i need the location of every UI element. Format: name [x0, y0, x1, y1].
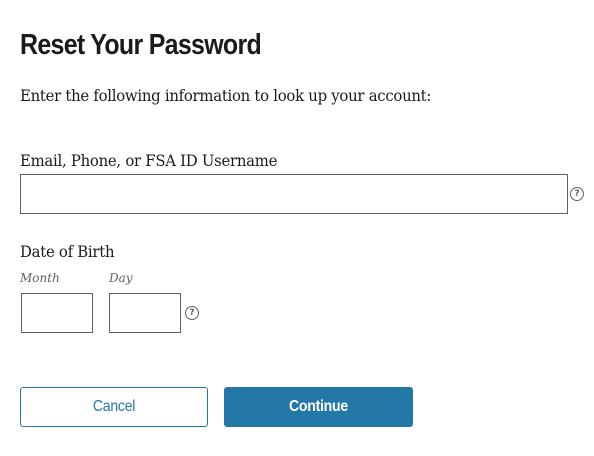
identifier-input[interactable] — [20, 174, 568, 214]
page-title: Reset Your Password — [20, 29, 262, 61]
continue-button-label: Continue — [289, 398, 348, 415]
month-label: Month — [20, 271, 60, 285]
question-circle-icon[interactable]: ? — [185, 306, 199, 320]
day-input[interactable] — [109, 293, 181, 333]
cancel-button[interactable]: Cancel — [20, 387, 208, 427]
question-circle-icon[interactable]: ? — [570, 187, 584, 201]
day-label: Day — [109, 271, 133, 285]
continue-button[interactable]: Continue — [224, 387, 413, 427]
identifier-label: Email, Phone, or FSA ID Username — [20, 151, 278, 170]
month-input[interactable] — [21, 293, 93, 333]
instructions-text: Enter the following information to look … — [20, 86, 432, 105]
dob-label: Date of Birth — [20, 242, 115, 261]
cancel-button-label: Cancel — [92, 398, 136, 415]
